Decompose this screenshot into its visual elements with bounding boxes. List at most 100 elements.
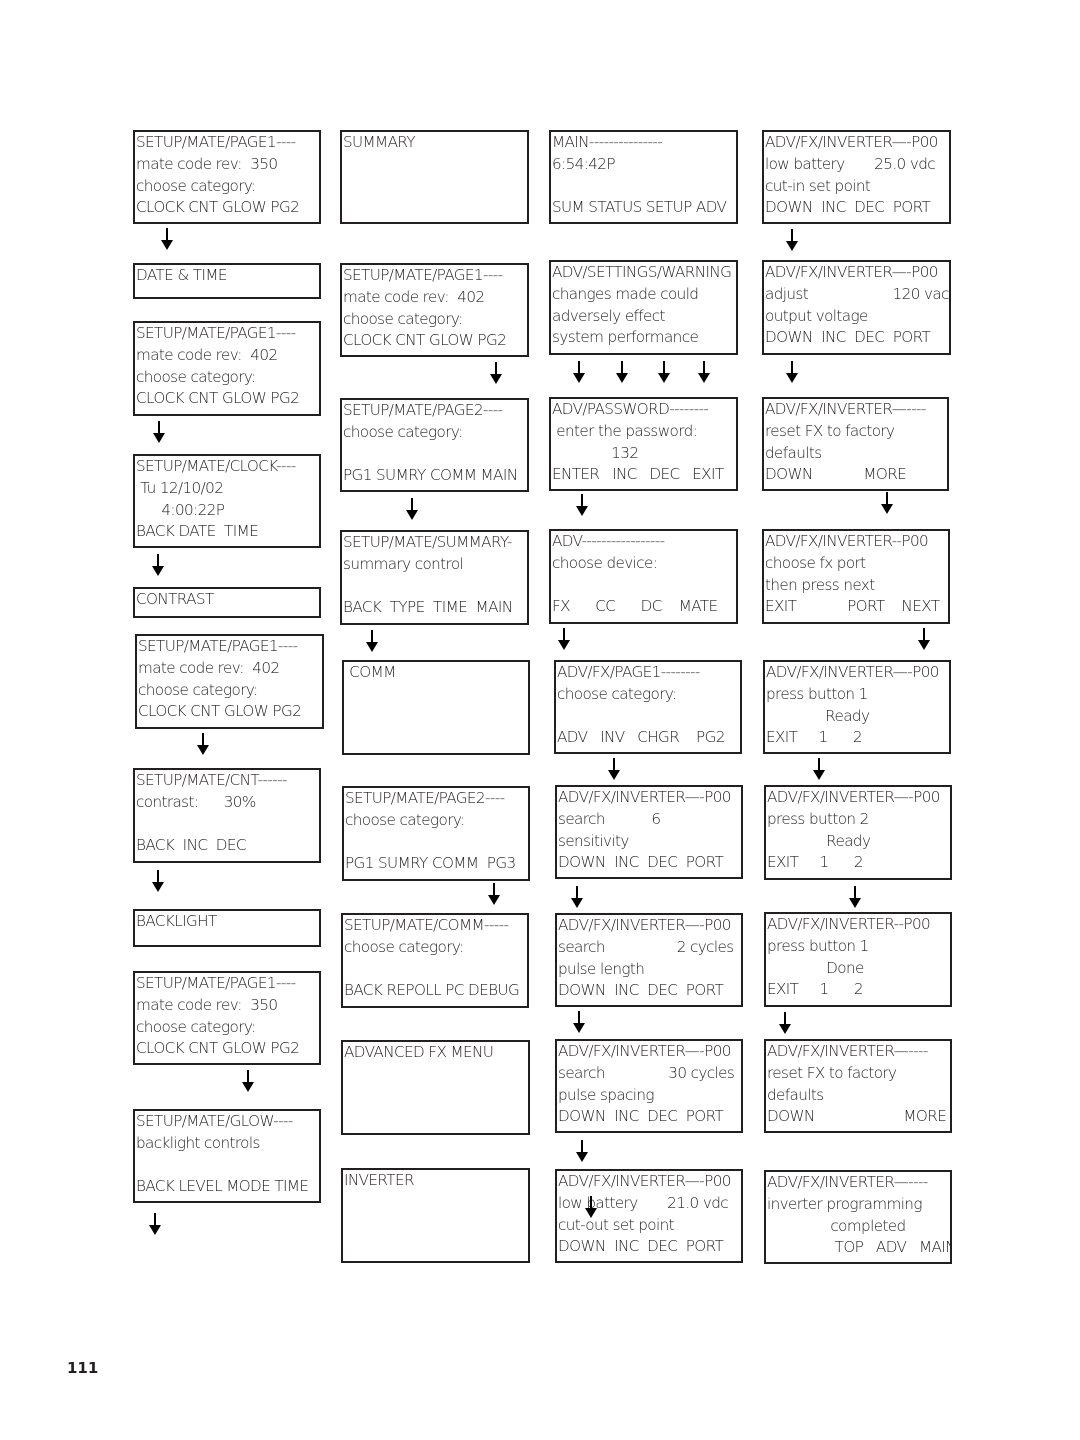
- down-arrow-icon: [779, 1012, 791, 1034]
- lcd-screen-box: ADVANCED FX MENU: [341, 1040, 530, 1135]
- down-arrow-icon: [786, 361, 798, 383]
- screen-line: [343, 444, 527, 466]
- screen-line: DOWN INC DEC PORT: [558, 1107, 724, 1126]
- screen-line: press button 1: [766, 684, 868, 703]
- screen-line: CLOCK CNT GLOW PG2: [343, 331, 507, 350]
- down-arrow-icon: [849, 886, 861, 908]
- screen-line: reset FX to factory: [765, 421, 895, 440]
- screen-line: ADV/FX/INVERTER—-P00: [765, 263, 938, 281]
- screen-line: SETUP/MATE/PAGE1----: [136, 974, 296, 992]
- screen-line: press button 2: [767, 809, 869, 828]
- down-arrow-icon: [698, 361, 710, 383]
- screen-line: ADV INV CHGR PG2: [557, 728, 725, 747]
- screen-line: pulse length: [558, 959, 645, 978]
- lcd-screen-box: SETUP/MATE/SUMMARY-summary control BACK T…: [340, 530, 529, 625]
- screen-line: summary control: [343, 554, 464, 573]
- screen-line: contrast: 30%: [136, 792, 256, 811]
- screen-line: [552, 176, 736, 198]
- screen-line: ADV/FX/INVERTER—-P00: [558, 788, 731, 806]
- down-arrow-icon: [366, 630, 378, 652]
- down-arrow-icon: [490, 362, 502, 384]
- lcd-screen-box: SETUP/MATE/PAGE1---- mate code rev: 350 ch…: [133, 130, 321, 224]
- screen-line: Ready: [766, 706, 870, 725]
- screen-line: search 30 cycles: [558, 1063, 735, 1082]
- screen-line: Tu 12/10/02: [136, 478, 224, 497]
- down-arrow-icon: [573, 361, 585, 383]
- screen-line: BACK TYPE TIME MAIN: [343, 598, 513, 617]
- screen-line: CLOCK CNT GLOW PG2: [136, 198, 300, 217]
- lcd-screen-box: SETUP/MATE/PAGE2---- choose category: PG1 …: [342, 786, 530, 881]
- screen-line: choose category:: [343, 422, 463, 441]
- screen-line: BACK INC DEC: [136, 836, 246, 855]
- lcd-screen-box: ADV/PASSWORD-------- enter the password:…: [549, 397, 738, 491]
- screen-line: low battery 25.0 vdc: [765, 154, 936, 173]
- screen-line: ADV/FX/INVERTER—----: [767, 1173, 928, 1191]
- screen-line: SETUP/MATE/CLOCK----: [136, 457, 296, 475]
- lcd-screen-box: SETUP/MATE/PAGE1---- mate code rev: 402 ch…: [340, 263, 529, 357]
- screen-line: system performance: [552, 328, 699, 347]
- screen-line: ADV/FX/INVERTER—-P00: [767, 788, 940, 806]
- lcd-screen-box: ADV/FX/INVERTER—-P00 search 6 sensitivity D…: [555, 785, 743, 879]
- screen-line: EXIT 1 2: [767, 853, 864, 872]
- lcd-screen-box: SETUP/MATE/CLOCK---- Tu 12/10/02 4:00:22…: [133, 454, 321, 548]
- screen-line: TOP ADV MAIN: [767, 1238, 952, 1257]
- screen-line: cut-in set point: [765, 176, 871, 195]
- screen-line: DOWN MORE: [767, 1107, 947, 1126]
- screen-line: DOWN INC DEC PORT: [558, 981, 724, 1000]
- down-arrow-icon: [197, 733, 209, 755]
- down-arrow-icon: [576, 1140, 588, 1162]
- down-arrow-icon: [573, 1011, 585, 1033]
- screen-line: choose category:: [344, 937, 464, 956]
- screen-line: SETUP/MATE/GLOW----: [136, 1112, 293, 1130]
- screen-line: choose category:: [136, 176, 256, 195]
- lcd-screen-box: COMM: [342, 660, 530, 755]
- screen-line: ADV/FX/INVERTER—-P00: [558, 1172, 731, 1190]
- screen-line: enter the password:: [552, 421, 698, 440]
- lcd-screen-box: ADV/FX/INVERTER--P00 choose fx port then p…: [762, 529, 950, 624]
- screen-line: SETUP/MATE/PAGE2----: [343, 401, 503, 419]
- screen-line: EXIT PORT NEXT: [765, 597, 940, 616]
- screen-line: adjust 120 vac: [765, 284, 949, 303]
- screen-line: EXIT 1 2: [766, 728, 863, 747]
- screen-line: BACK REPOLL PC DEBUG: [344, 981, 520, 1000]
- lcd-screen-box: ADV/FX/INVERTER—-P00 adjust 120 vac output…: [762, 260, 951, 355]
- screen-line: defaults: [765, 443, 822, 462]
- screen-line: MAIN---------------: [552, 133, 663, 151]
- screen-line: ADV/FX/INVERTER—-P00: [558, 916, 731, 934]
- screen-line: ADV-----------------: [552, 532, 665, 550]
- lcd-screen-box: ADV/SETTINGS/WARNING changes made could ad…: [549, 260, 738, 355]
- lcd-screen-box: ADV/FX/INVERTER—-P00 low battery 25.0 vdc…: [762, 130, 951, 224]
- screen-line: ADV/FX/INVERTER—----: [767, 1042, 928, 1060]
- screen-line: choose device:: [552, 553, 658, 572]
- screen-line: [136, 814, 319, 836]
- lcd-screen-box: ADV/FX/INVERTER—-P00 search 2 cycles pulse…: [555, 913, 743, 1007]
- screen-line: [343, 576, 527, 598]
- screen-line: INVERTER: [344, 1171, 415, 1189]
- screen-line: ADV/FX/INVERTER--P00: [765, 532, 929, 550]
- screen-line: choose category:: [557, 684, 677, 703]
- lcd-screen-box: SETUP/MATE/COMM----- choose category: BACK…: [341, 913, 529, 1008]
- screen-line: mate code rev: 350: [136, 995, 278, 1014]
- screen-line: ADV/PASSWORD--------: [552, 400, 709, 418]
- screen-line: CLOCK CNT GLOW PG2: [138, 702, 302, 721]
- screen-line: ADV/SETTINGS/WARNING: [552, 263, 732, 281]
- screen-line: choose category:: [345, 810, 465, 829]
- screen-line: sensitivity: [558, 831, 629, 850]
- lcd-screen-box: SUMMARY: [340, 130, 529, 224]
- lcd-screen-box: DATE & TIME: [133, 263, 321, 299]
- screen-line: ADV/FX/INVERTER—-P00: [765, 133, 938, 151]
- down-arrow-icon: [813, 758, 825, 780]
- screen-line: DOWN INC DEC PORT: [558, 853, 724, 872]
- lcd-screen-box: MAIN--------------- 6:54:42P SUM STATUS SE…: [549, 130, 738, 224]
- screen-line: SETUP/MATE/PAGE1----: [136, 133, 296, 151]
- screen-line: then press next: [765, 575, 875, 594]
- lcd-screen-box: ADV/FX/INVERTER—---- reset FX to factory d…: [764, 1039, 952, 1133]
- screen-line: DATE & TIME: [136, 266, 227, 284]
- screen-line: ADV/FX/PAGE1--------: [557, 663, 700, 681]
- page-number: 111: [67, 1359, 99, 1377]
- screen-line: SETUP/MATE/PAGE1----: [136, 324, 296, 342]
- down-arrow-icon: [608, 758, 620, 780]
- lcd-screen-box: SETUP/MATE/PAGE2---- choose category: PG1 …: [340, 398, 529, 492]
- screen-line: completed: [767, 1216, 906, 1235]
- screen-line: 6:54:42P: [552, 154, 616, 173]
